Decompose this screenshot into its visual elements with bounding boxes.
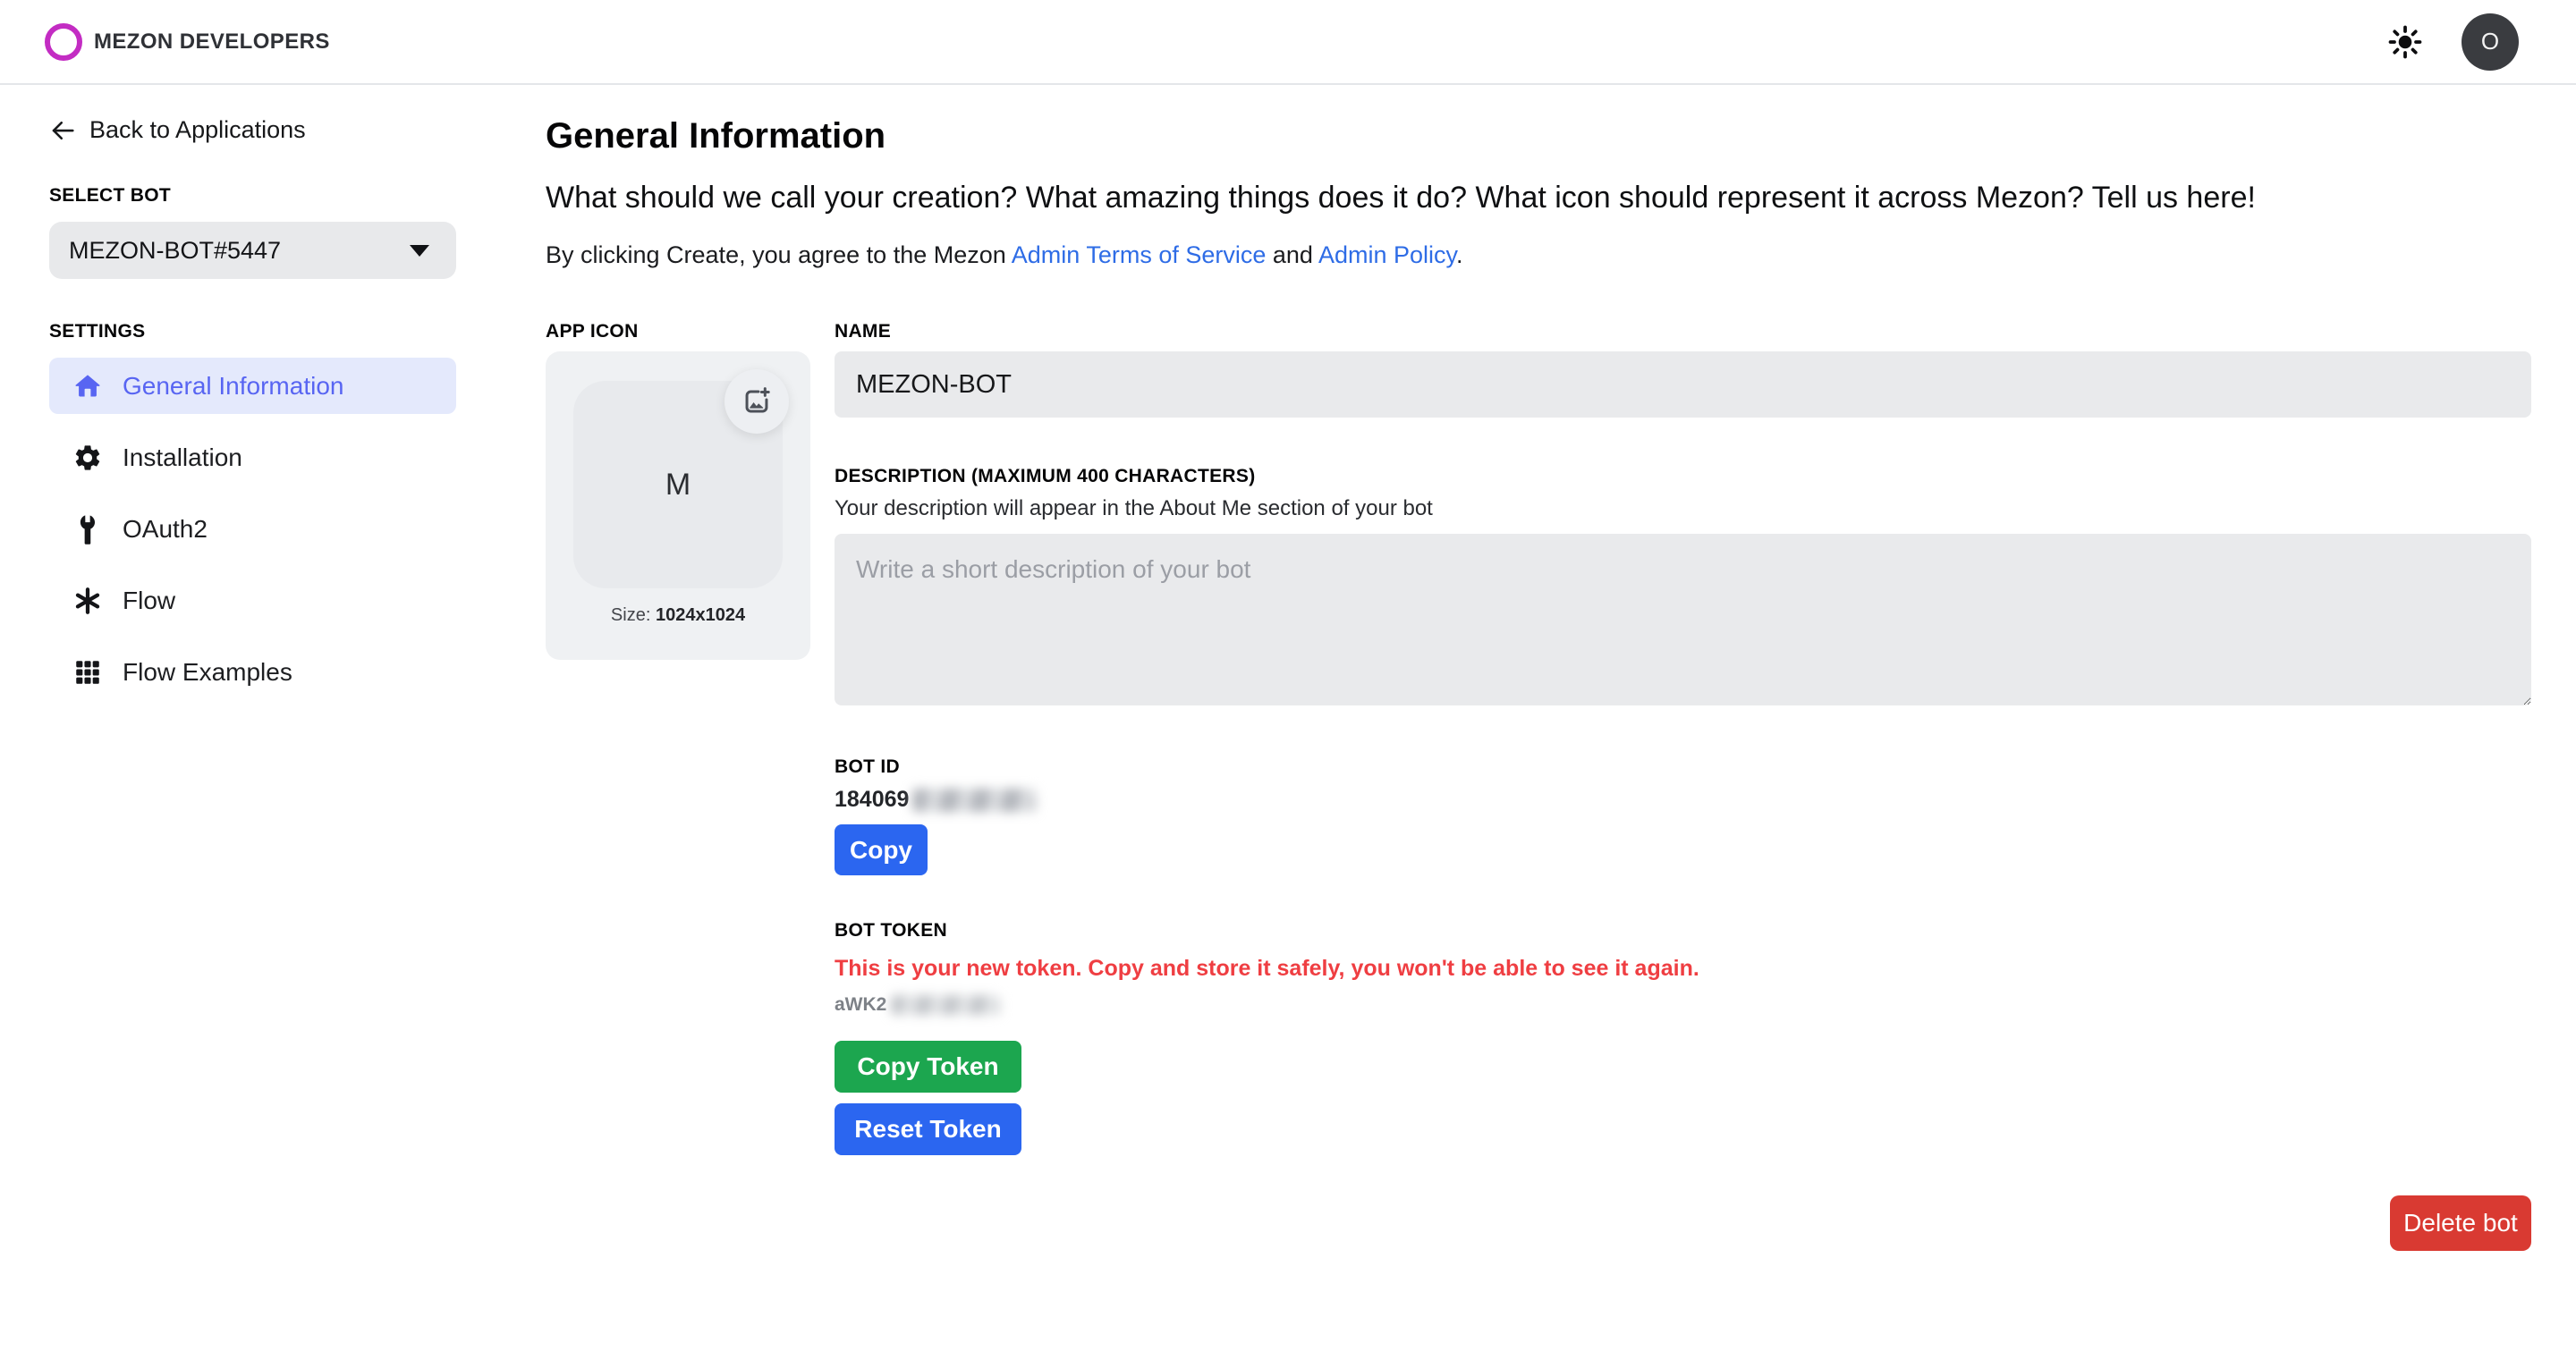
brand[interactable]: MEZON DEVELOPERS: [45, 23, 330, 61]
main-content: General Information What should we call …: [501, 85, 2576, 1287]
size-value: 1024x1024: [656, 605, 745, 625]
app-icon-label: APP ICON: [546, 321, 810, 342]
description-label: DESCRIPTION (MAXIMUM 400 CHARACTERS): [835, 466, 2531, 487]
delete-row: Delete bot: [546, 1195, 2531, 1287]
add-image-icon: [741, 385, 773, 418]
page-title: General Information: [546, 116, 2531, 156]
sidebar-item-label: Flow Examples: [123, 658, 292, 687]
gear-icon: [72, 443, 103, 473]
reset-token-button[interactable]: Reset Token: [835, 1103, 1021, 1155]
fields-column: NAME DESCRIPTION (MAXIMUM 400 CHARACTERS…: [835, 321, 2531, 1155]
name-input[interactable]: [835, 351, 2531, 418]
terms-suffix: .: [1456, 241, 1463, 268]
select-bot-label: SELECT BOT: [49, 185, 456, 207]
bot-token-label: BOT TOKEN: [835, 920, 2531, 942]
sidebar-item-label: Installation: [123, 443, 242, 472]
back-to-applications-link[interactable]: Back to Applications: [49, 116, 456, 144]
bot-token-redacted: [891, 995, 1000, 1015]
bot-id-label: BOT ID: [835, 756, 2531, 778]
sidebar-item-label: OAuth2: [123, 515, 208, 544]
description-helper: Your description will appear in the Abou…: [835, 496, 2531, 521]
back-arrow-icon: [49, 117, 76, 144]
upload-icon-button[interactable]: [724, 369, 789, 434]
settings-nav: General Information Installation: [49, 358, 456, 700]
bot-id-redacted: [912, 789, 1036, 812]
bot-select-value: MEZON-BOT#5447: [69, 237, 281, 265]
name-label: NAME: [835, 321, 2531, 342]
admin-policy-link[interactable]: Admin Policy: [1318, 241, 1456, 268]
terms-prefix: By clicking Create, you agree to the Mez…: [546, 241, 1012, 268]
back-link-label: Back to Applications: [89, 116, 306, 144]
sidebar-item-installation[interactable]: Installation: [49, 429, 456, 486]
delete-bot-button[interactable]: Delete bot: [2390, 1195, 2531, 1251]
sidebar-item-label: General Information: [123, 372, 343, 401]
home-icon: [72, 371, 103, 401]
wrench-icon: [72, 514, 103, 545]
topbar: MEZON DEVELOPERS: [0, 0, 2576, 85]
sidebar-item-label: Flow: [123, 587, 175, 615]
app-icon-column: APP ICON M Size: 1: [546, 321, 810, 1155]
sidebar-item-flow[interactable]: Flow: [49, 572, 456, 629]
copy-token-button[interactable]: Copy Token: [835, 1041, 1021, 1093]
token-warning: This is your new token. Copy and store i…: [835, 956, 2531, 982]
user-avatar[interactable]: O: [2462, 13, 2519, 71]
copy-bot-id-button[interactable]: Copy: [835, 824, 928, 875]
sidebar-item-oauth2[interactable]: OAuth2: [49, 501, 456, 557]
theme-toggle-button[interactable]: [2388, 25, 2422, 59]
grid-icon: [72, 657, 103, 688]
page-subtitle: What should we call your creation? What …: [546, 181, 2531, 215]
terms-middle: and: [1266, 241, 1318, 268]
chevron-down-icon: [410, 245, 429, 257]
bot-id-row: 184069: [835, 787, 2531, 813]
bot-token-row: aWK2: [835, 994, 2531, 1016]
sun-icon: [2388, 25, 2422, 59]
app-icon-card: M Size: 1024x1024: [546, 351, 810, 660]
admin-terms-link[interactable]: Admin Terms of Service: [1012, 241, 1267, 268]
topbar-actions: O: [2388, 13, 2519, 71]
sidebar-item-general-information[interactable]: General Information: [49, 358, 456, 414]
size-label: Size:: [611, 605, 656, 625]
terms-line: By clicking Create, you agree to the Mez…: [546, 241, 2531, 269]
mezon-logo-icon: [45, 23, 82, 61]
app-icon-letter: M: [665, 468, 691, 502]
page-body: Back to Applications SELECT BOT MEZON-BO…: [0, 85, 2576, 1287]
bot-id-value: 184069: [835, 787, 909, 813]
description-textarea[interactable]: [835, 534, 2531, 705]
bot-select[interactable]: MEZON-BOT#5447: [49, 222, 456, 279]
form-row: APP ICON M Size: 1: [546, 321, 2531, 1155]
settings-label: SETTINGS: [49, 321, 456, 342]
bot-token-value: aWK2: [835, 994, 886, 1016]
size-note: Size: 1024x1024: [546, 605, 810, 626]
sidebar-item-flow-examples[interactable]: Flow Examples: [49, 644, 456, 700]
sidebar: Back to Applications SELECT BOT MEZON-BO…: [0, 85, 501, 715]
asterisk-icon: [72, 586, 103, 616]
brand-title: MEZON DEVELOPERS: [94, 30, 330, 55]
avatar-initial: O: [2481, 28, 2499, 55]
